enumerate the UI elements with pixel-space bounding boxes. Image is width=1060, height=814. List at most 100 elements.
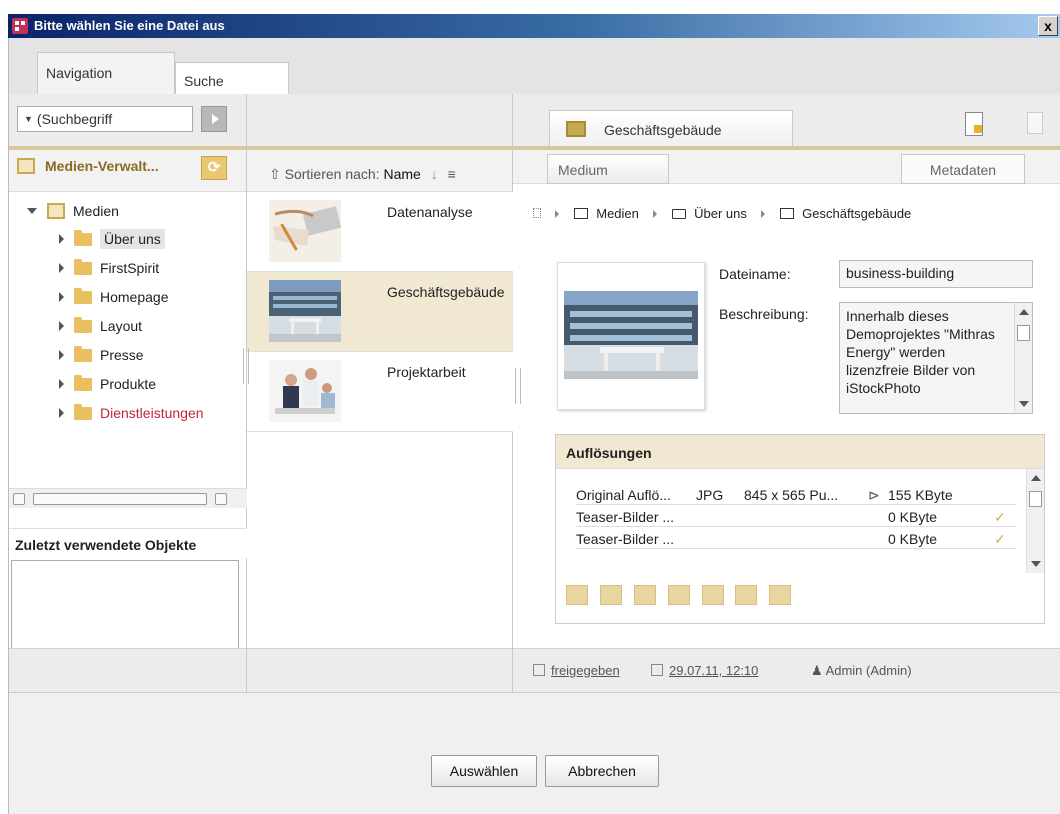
sort-value[interactable]: Name bbox=[383, 166, 420, 182]
scroll-down-icon[interactable] bbox=[1031, 561, 1041, 567]
user-icon: ♟ bbox=[811, 663, 826, 678]
tab-navigation[interactable]: Navigation bbox=[37, 52, 175, 94]
description-field[interactable]: Innerhalb dieses Demoprojektes "Mithras … bbox=[839, 302, 1033, 414]
tree-node-produkte[interactable]: Produkte bbox=[59, 373, 156, 395]
tree-node-dienstleistungen[interactable]: Dienstleistungen bbox=[59, 402, 204, 424]
tab-navigation-label: Navigation bbox=[46, 65, 113, 81]
description-scrollbar[interactable] bbox=[1014, 303, 1032, 413]
search-go-button[interactable] bbox=[201, 106, 227, 132]
expand-icon[interactable] bbox=[59, 408, 64, 418]
resolution-name: Teaser-Bilder ... bbox=[576, 531, 675, 547]
tree-node-firstspirit[interactable]: FirstSpirit bbox=[59, 257, 159, 279]
release-status[interactable]: freigegeben bbox=[533, 663, 620, 678]
scroll-left-icon[interactable] bbox=[13, 493, 25, 505]
tree-node-presse[interactable]: Presse bbox=[59, 344, 144, 366]
tree-horizontal-scrollbar[interactable] bbox=[9, 488, 247, 508]
breadcrumb-start-icon bbox=[533, 208, 541, 218]
geschaeftsgebaeude-thumbnail bbox=[269, 280, 341, 342]
tree-label: Produkte bbox=[100, 376, 157, 392]
expand-icon[interactable] bbox=[59, 234, 64, 244]
modified-date[interactable]: 29.07.11, 12:10 bbox=[651, 663, 758, 678]
breadcrumb-item[interactable]: Über uns bbox=[694, 206, 747, 221]
folder-icon bbox=[74, 288, 92, 304]
sort-direction-icon[interactable]: ↓ bbox=[431, 166, 438, 182]
status-bar: freigegeben 29.07.11, 12:10 ♟ Admin (Adm… bbox=[513, 648, 1060, 692]
description-label: Beschreibung: bbox=[719, 306, 809, 322]
tree-node-medien[interactable]: Medien bbox=[27, 200, 119, 222]
filename-field[interactable]: business-building bbox=[839, 260, 1033, 288]
folder-icon bbox=[74, 317, 92, 333]
scroll-right-icon[interactable] bbox=[215, 493, 227, 505]
media-folder-icon bbox=[17, 158, 35, 174]
crop-icon[interactable] bbox=[769, 585, 792, 605]
chevron-right-icon bbox=[652, 210, 657, 218]
details-panel: Geschäftsgebäude Medium Metadaten Medien… bbox=[513, 94, 1060, 692]
expand-icon[interactable] bbox=[59, 292, 64, 302]
resolution-name: Teaser-Bilder ... bbox=[576, 509, 675, 525]
resolution-name: Original Auflö... bbox=[576, 487, 671, 503]
save-icon[interactable] bbox=[735, 585, 758, 605]
resolution-size: 0 KByte bbox=[888, 509, 938, 525]
expand-icon[interactable] bbox=[59, 263, 64, 273]
release-status-text: freigegeben bbox=[551, 663, 620, 678]
expand-icon[interactable] bbox=[59, 321, 64, 331]
list-item[interactable]: Datenanalyse bbox=[247, 192, 513, 272]
breadcrumb-item[interactable]: Medien bbox=[596, 206, 639, 221]
scroll-thumb[interactable] bbox=[33, 493, 207, 505]
dropdown-arrow-icon[interactable]: ▼ bbox=[24, 114, 33, 124]
select-button[interactable]: Auswählen bbox=[431, 755, 537, 787]
expand-icon[interactable] bbox=[59, 350, 64, 360]
sort-control[interactable]: ⇧ Sortieren nach: Name ↓ ≡ bbox=[269, 166, 456, 183]
scroll-down-icon[interactable] bbox=[1019, 401, 1029, 407]
new-document-icon[interactable] bbox=[1027, 112, 1043, 134]
tree-node-layout[interactable]: Layout bbox=[59, 315, 142, 337]
scroll-up-icon[interactable] bbox=[1019, 309, 1029, 315]
close-icon[interactable]: x bbox=[1038, 16, 1058, 36]
scroll-thumb[interactable] bbox=[1017, 325, 1030, 341]
tree-label: Homepage bbox=[100, 289, 169, 305]
description-text: Innerhalb dieses Demoprojektes "Mithras … bbox=[846, 308, 995, 396]
recent-objects-list[interactable] bbox=[11, 560, 239, 658]
resolutions-scrollbar[interactable] bbox=[1026, 469, 1044, 573]
breadcrumb-item[interactable]: Geschäftsgebäude bbox=[802, 206, 911, 221]
image-preview[interactable] bbox=[557, 262, 705, 410]
media-manager-header: Medien-Verwalt... bbox=[17, 158, 159, 174]
panel-footer bbox=[247, 648, 512, 692]
datenanalyse-thumbnail bbox=[269, 200, 341, 262]
resolution-toolbar bbox=[566, 585, 799, 608]
table-row[interactable]: Teaser-Bilder ... 0 KByte ✓ bbox=[576, 529, 1016, 549]
tab-search-label: Suche bbox=[184, 73, 224, 89]
tree-label: Presse bbox=[100, 347, 144, 363]
comment-icon[interactable] bbox=[566, 585, 588, 605]
check-icon[interactable] bbox=[599, 585, 622, 605]
table-row[interactable]: Teaser-Bilder ... 0 KByte ✓ bbox=[576, 507, 1016, 527]
edit-document-icon[interactable] bbox=[965, 112, 983, 136]
file-tab[interactable]: Geschäftsgebäude bbox=[549, 110, 793, 146]
search-input[interactable]: ▼ (Suchbegriff bbox=[17, 106, 193, 132]
splitter-handle[interactable] bbox=[243, 348, 249, 384]
cancel-button[interactable]: Abbrechen bbox=[545, 755, 659, 787]
delete-icon[interactable] bbox=[633, 585, 656, 605]
refresh-icon[interactable]: ⟳ bbox=[201, 156, 227, 180]
scroll-thumb[interactable] bbox=[1029, 491, 1042, 507]
collapse-icon[interactable] bbox=[27, 208, 37, 214]
open-folder-icon[interactable] bbox=[667, 585, 690, 605]
tree-node-ueber-uns[interactable]: Über uns bbox=[59, 228, 165, 250]
tab-metadata[interactable]: Metadaten bbox=[901, 154, 1025, 184]
file-dialog: Navigation Suche ▼ (Suchbegriff Medien-Ve… bbox=[8, 38, 1060, 814]
sort-label: Sortieren nach: bbox=[284, 166, 380, 182]
projektarbeit-thumbnail bbox=[269, 360, 341, 422]
modified-date-text: 29.07.11, 12:10 bbox=[669, 663, 759, 678]
view-options-icon[interactable]: ≡ bbox=[448, 166, 456, 182]
list-item[interactable]: Projektarbeit bbox=[247, 352, 513, 432]
export-icon[interactable] bbox=[701, 585, 724, 605]
tree-node-homepage[interactable]: Homepage bbox=[59, 286, 169, 308]
list-item[interactable]: Geschäftsgebäude bbox=[247, 272, 513, 352]
expand-icon[interactable] bbox=[59, 379, 64, 389]
scroll-up-icon[interactable] bbox=[1031, 475, 1041, 481]
splitter-handle[interactable] bbox=[515, 368, 521, 404]
tab-medium[interactable]: Medium bbox=[547, 154, 669, 184]
table-row[interactable]: Original Auflö... JPG 845 x 565 Pu... ⊳ … bbox=[576, 485, 1016, 505]
tab-search[interactable]: Suche bbox=[175, 62, 289, 94]
modified-user-text: Admin (Admin) bbox=[825, 663, 912, 678]
